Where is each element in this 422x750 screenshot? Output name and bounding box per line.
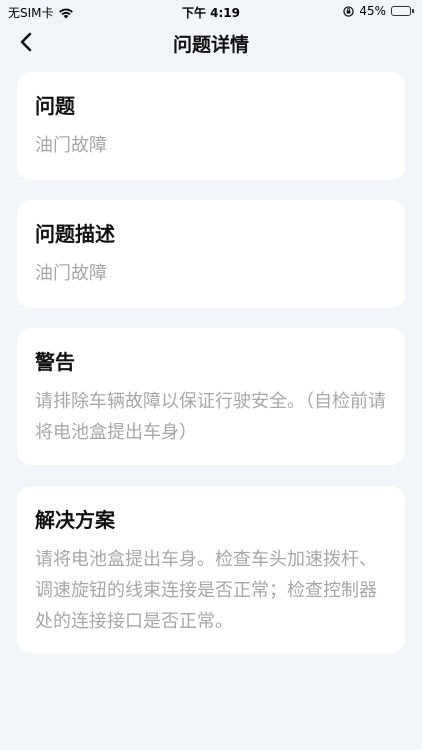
card-title: 警告: [35, 350, 75, 374]
status-right: 45%: [343, 4, 414, 18]
card-content: 请排除车辆故障以保证行驶安全。（自检前请将电池盒提出车身）: [35, 391, 386, 443]
battery-percent: 45%: [359, 4, 386, 18]
card-title: 解决方案: [35, 508, 115, 532]
page-title: 问题详情: [172, 34, 249, 56]
card-content: 请将电池盒提出车身。检查车头加速拨杆、调速旋钮的线束连接是否正常；检查控制器处的…: [35, 549, 377, 632]
warning-card: 警告 请排除车辆故障以保证行驶安全。（自检前请将电池盒提出车身）: [17, 328, 405, 465]
card-content: 油门故障: [35, 135, 107, 156]
nav-bar: 问题详情: [0, 22, 422, 62]
status-bar: 无SIM卡 下午 4:19 45%: [0, 0, 422, 22]
rotation-lock-icon: [343, 5, 355, 17]
card-content: 油门故障: [35, 263, 107, 284]
battery-icon: [391, 6, 414, 16]
card-title: 问题描述: [35, 222, 115, 246]
description-card: 问题描述 油门故障: [17, 200, 405, 308]
card-title: 问题: [35, 94, 75, 118]
problem-card: 问题 油门故障: [17, 72, 405, 180]
solution-card: 解决方案 请将电池盒提出车身。检查车头加速拨杆、调速旋钮的线束连接是否正常；检查…: [17, 486, 405, 653]
